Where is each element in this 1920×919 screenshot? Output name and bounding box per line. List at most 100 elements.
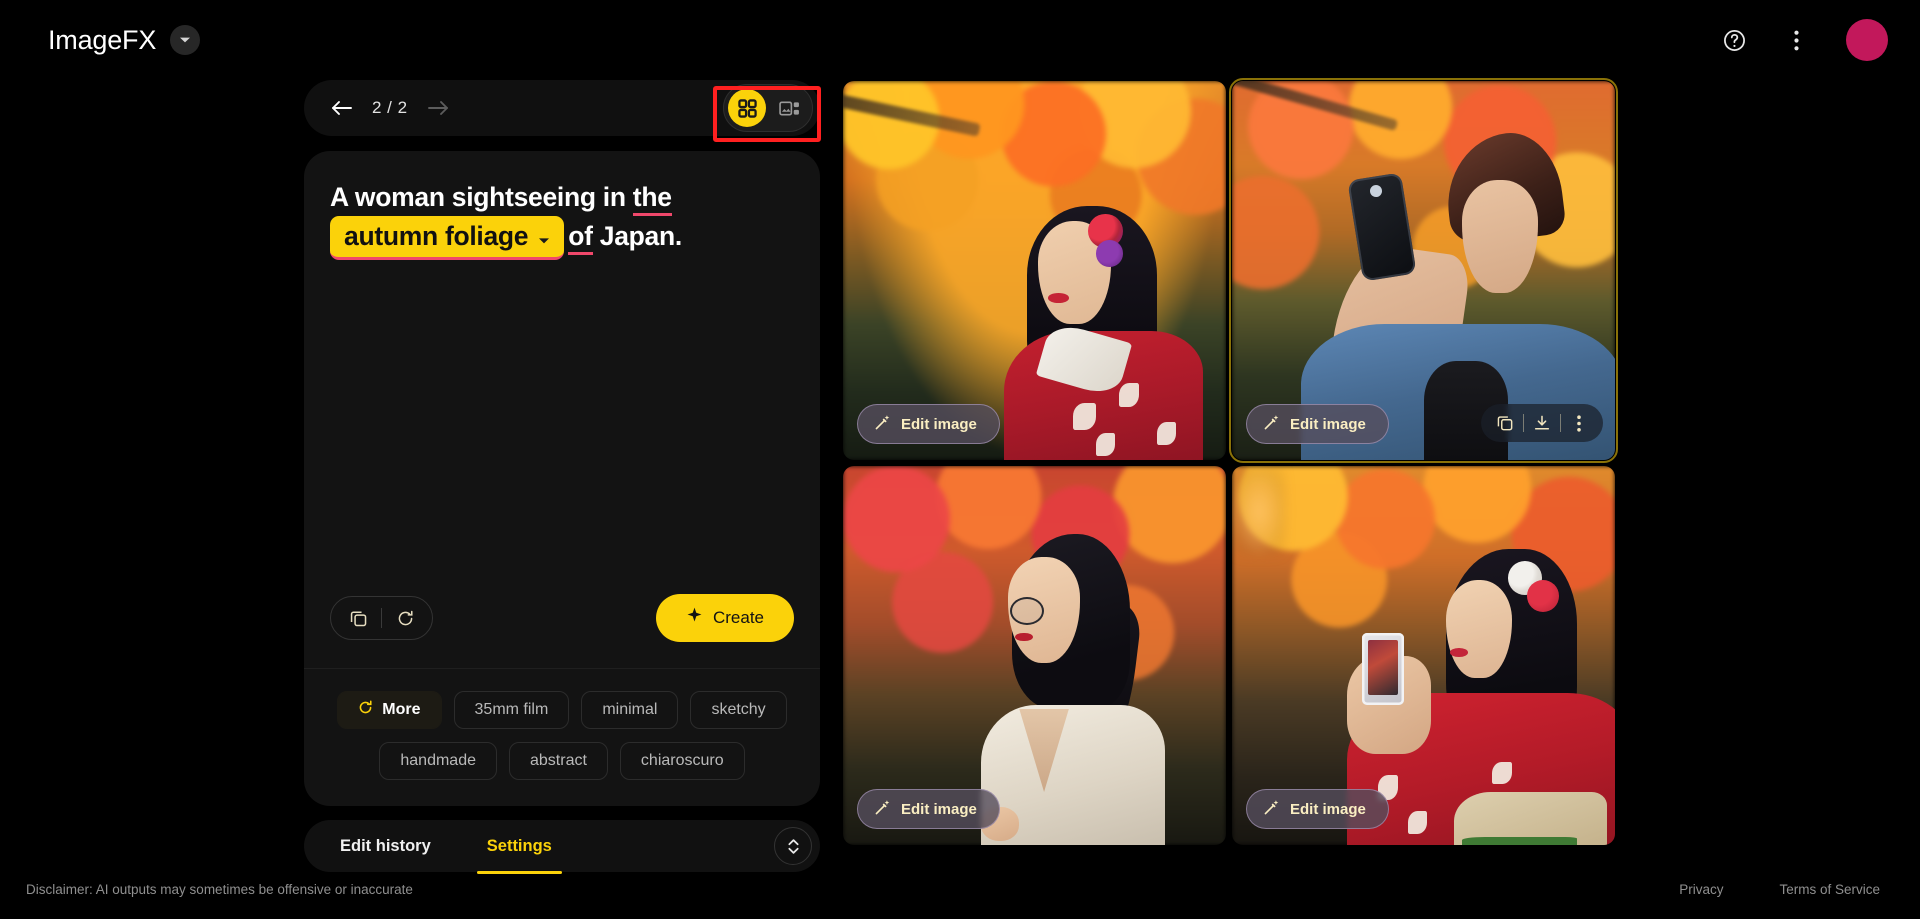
chip-label: autumn foliage — [344, 220, 529, 251]
image-tile[interactable]: Edit image — [840, 78, 1229, 463]
grid-2x2-icon[interactable] — [728, 89, 766, 127]
prompt-editor[interactable]: A woman sightseeing in the autumn foliage… — [304, 151, 820, 594]
figure-obi-cord — [1461, 837, 1577, 845]
download-icon[interactable] — [1524, 405, 1560, 441]
style-chip-minimal[interactable]: minimal — [581, 691, 679, 729]
footer-links: Privacy Terms of Service — [1679, 882, 1880, 897]
prompt-actions: Create — [304, 594, 820, 668]
figure-lips — [1450, 647, 1468, 657]
image-tile[interactable]: Edit image — [1229, 78, 1618, 463]
style-chip-label: chiaroscuro — [640, 752, 724, 769]
prompt-token-of[interactable]: of — [568, 220, 593, 255]
prompt-token-the[interactable]: the — [632, 182, 672, 216]
glasses-prop — [1009, 596, 1045, 626]
arrow-left-icon[interactable] — [324, 91, 358, 125]
image-tile[interactable]: Edit image — [1229, 463, 1618, 848]
style-chip-label: handmade — [400, 752, 476, 769]
style-chips-row-2: handmade abstract chiaroscuro — [330, 742, 794, 780]
lantern-glow — [1232, 466, 1286, 557]
history-counter: 2 / 2 — [372, 98, 408, 117]
style-chip-handmade[interactable]: handmade — [379, 742, 497, 780]
magic-wand-icon — [1263, 414, 1280, 435]
privacy-link[interactable]: Privacy — [1679, 882, 1723, 897]
generated-image[interactable]: Edit image — [843, 466, 1226, 845]
edit-image-label: Edit image — [901, 800, 977, 818]
history-navbar: 2 / 2 — [304, 80, 821, 142]
reset-icon[interactable] — [386, 599, 424, 637]
kimono-motif — [1095, 433, 1115, 457]
edit-image-button[interactable]: Edit image — [1246, 789, 1389, 829]
style-chip-chiaroscuro[interactable]: chiaroscuro — [619, 742, 745, 780]
view-mode-toggle — [723, 84, 813, 132]
arrow-right-icon[interactable] — [422, 91, 456, 125]
phone-screen — [1367, 640, 1399, 696]
prompt-segment-1: A woman sightseeing in — [330, 182, 633, 212]
create-button[interactable]: Create — [655, 594, 794, 642]
edit-image-button[interactable]: Edit image — [857, 404, 1000, 444]
tab-label: Edit history — [340, 836, 431, 855]
more-vertical-icon[interactable] — [1776, 20, 1816, 60]
prompt-utility-pill — [330, 596, 433, 640]
style-chip-label: More — [382, 701, 421, 718]
edit-image-button[interactable]: Edit image — [1246, 404, 1389, 444]
image-hover-toolbar — [1481, 404, 1603, 442]
prompt-segment-last: Japan. — [592, 220, 682, 251]
edit-image-label: Edit image — [1290, 415, 1366, 433]
edit-image-label: Edit image — [1290, 800, 1366, 818]
more-vertical-icon[interactable] — [1561, 405, 1597, 441]
magic-wand-icon — [874, 799, 891, 820]
image-list-icon[interactable] — [770, 89, 808, 127]
app-header: ImageFX — [0, 0, 1920, 80]
prompt-text: A woman sightseeing in the autumn foliage… — [330, 179, 794, 261]
copy-icon[interactable] — [1487, 405, 1523, 441]
kimono-motif — [1408, 810, 1428, 834]
divider — [381, 608, 382, 628]
kimono-motif — [1072, 403, 1096, 430]
image-results-grid: Edit image Edit image Edit image Edit im… — [840, 78, 1618, 848]
style-chip-label: abstract — [530, 752, 587, 769]
figure-lips — [1047, 293, 1069, 304]
app-footer: Disclaimer: AI outputs may sometimes be … — [0, 859, 1920, 919]
style-chip-35mm-film[interactable]: 35mm film — [453, 691, 570, 729]
kimono-motif — [1492, 761, 1512, 785]
style-chip-label: 35mm film — [474, 701, 549, 718]
magic-wand-icon — [1263, 799, 1280, 820]
avatar[interactable] — [1846, 19, 1888, 61]
kimono-motif — [1157, 422, 1177, 445]
style-chip-label: minimal — [602, 701, 658, 718]
help-circle-icon[interactable] — [1714, 20, 1754, 60]
terms-link[interactable]: Terms of Service — [1779, 882, 1880, 897]
header-actions — [1714, 19, 1888, 61]
prompt-panel: 2 / 2 A woman sightseeing in the autumn … — [304, 80, 821, 874]
magic-wand-icon — [874, 414, 891, 435]
caret-down-icon — [538, 218, 550, 255]
prompt-chip-autumn-foliage[interactable]: autumn foliage — [330, 215, 565, 261]
app-title: ImageFX — [48, 24, 157, 55]
hair-flower — [1095, 240, 1123, 267]
copy-icon[interactable] — [339, 599, 377, 637]
figure-face — [1446, 579, 1512, 679]
style-chip-label: sketchy — [711, 701, 766, 718]
style-chip-abstract[interactable]: abstract — [509, 742, 608, 780]
edit-image-label: Edit image — [901, 415, 977, 433]
disclaimer-text: Disclaimer: AI outputs may sometimes be … — [26, 881, 413, 897]
refresh-icon — [358, 700, 373, 720]
generated-image[interactable]: Edit image — [1232, 81, 1615, 460]
sparkle-icon — [686, 607, 703, 629]
tab-label: Settings — [486, 836, 552, 855]
imagefx-app: ImageFX 2 / 2 A woman sightseeing in the… — [0, 0, 1920, 919]
style-chip-sketchy[interactable]: sketchy — [690, 691, 787, 729]
create-button-label: Create — [712, 608, 764, 627]
prompt-card: A woman sightseeing in the autumn foliage… — [304, 151, 820, 806]
style-chips-row-1: More 35mm film minimal sketchy — [330, 691, 794, 729]
brand: ImageFX — [48, 24, 201, 56]
style-chips: More 35mm film minimal sketchy handmade — [304, 668, 820, 806]
chevron-down-icon[interactable] — [170, 25, 201, 55]
hair-flower — [1526, 579, 1560, 612]
generated-image[interactable]: Edit image — [843, 81, 1226, 460]
edit-image-button[interactable]: Edit image — [857, 789, 1000, 829]
figure-lips — [1015, 632, 1033, 642]
generated-image[interactable]: Edit image — [1232, 466, 1615, 845]
style-chip-more[interactable]: More — [337, 691, 442, 729]
image-tile[interactable]: Edit image — [840, 463, 1229, 848]
